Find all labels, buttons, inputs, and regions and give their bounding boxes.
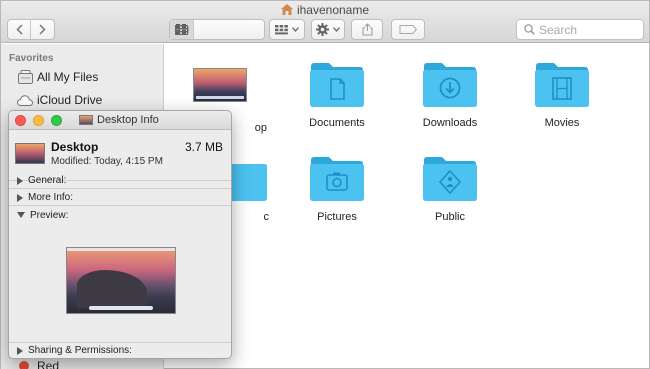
share-button[interactable] xyxy=(351,19,383,40)
disclosure-triangle-icon xyxy=(17,176,23,185)
cloud-icon xyxy=(17,93,33,107)
red-tag-dot xyxy=(19,361,29,369)
preview-image xyxy=(66,247,176,314)
cover-flow-icon xyxy=(175,24,189,35)
sidebar-item-label: iCloud Drive xyxy=(37,93,103,107)
section-more-info[interactable]: More Info: xyxy=(9,190,231,206)
file-label: Documents xyxy=(309,117,365,129)
view-mode-buttons xyxy=(169,19,265,40)
chevron-down-icon xyxy=(333,27,340,32)
sidebar-item-label: All My Files xyxy=(37,70,99,84)
sidebar-item-icloud-drive[interactable]: iCloud Drive xyxy=(17,91,102,109)
file-item-documents[interactable]: Documents xyxy=(282,60,392,129)
share-icon xyxy=(362,23,372,36)
forward-button[interactable] xyxy=(31,20,54,39)
search-icon xyxy=(524,24,535,35)
window-title: ihavenoname xyxy=(1,3,649,17)
section-general[interactable]: General: xyxy=(9,173,231,189)
file-item-public[interactable]: Public xyxy=(395,154,505,223)
back-button[interactable] xyxy=(8,20,31,39)
modified-date: Modified: Today, 4:15 PM xyxy=(51,156,163,167)
item-name: Desktop xyxy=(51,140,99,154)
pictures-folder-icon xyxy=(310,157,364,201)
search-field[interactable] xyxy=(516,19,644,40)
navigation-buttons xyxy=(7,19,55,40)
info-titlebar: Desktop Info xyxy=(9,111,231,130)
toolbar: ihavenoname xyxy=(1,1,649,43)
finder-window: ihavenoname Search Favorites All My File… xyxy=(0,0,650,369)
disclosure-triangle-open-icon xyxy=(17,212,25,218)
chevron-right-icon xyxy=(39,24,46,35)
info-title: Desktop Info xyxy=(79,114,159,126)
tag-icon xyxy=(399,25,417,34)
desktop-mini-icon xyxy=(79,115,93,125)
section-sharing-permissions[interactable]: Sharing & Permissions: xyxy=(9,342,231,358)
desktop-thumbnail xyxy=(190,68,250,116)
downloads-folder-icon xyxy=(423,63,477,107)
file-item-downloads[interactable]: Downloads xyxy=(395,60,505,129)
home-icon xyxy=(280,4,293,15)
disclosure-triangle-icon xyxy=(17,346,23,355)
item-size: 3.7 MB xyxy=(184,140,223,154)
zoom-button[interactable] xyxy=(51,115,62,126)
cover-flow-view-button[interactable] xyxy=(170,20,194,39)
section-preview[interactable]: Preview: xyxy=(9,207,231,223)
close-button[interactable] xyxy=(15,115,26,126)
sidebar-heading-favorites: Favorites xyxy=(9,53,54,64)
disclosure-triangle-icon xyxy=(17,193,23,202)
chevron-left-icon xyxy=(15,24,23,35)
action-button[interactable] xyxy=(311,19,345,40)
documents-folder-icon xyxy=(310,63,364,107)
file-label: Public xyxy=(435,211,465,223)
file-label: Downloads xyxy=(422,117,478,129)
public-folder-icon xyxy=(423,157,477,201)
arrange-button[interactable] xyxy=(269,19,305,40)
info-panel: Desktop Info Desktop 3.7 MB Modified: To… xyxy=(8,110,232,359)
sidebar-item-all-my-files[interactable]: All My Files xyxy=(17,68,98,86)
gear-icon xyxy=(316,23,329,36)
tag-button[interactable] xyxy=(391,19,425,40)
file-label: Pictures xyxy=(317,211,357,223)
search-input[interactable] xyxy=(539,22,639,37)
minimize-button[interactable] xyxy=(33,115,44,126)
desktop-folder-thumbnail xyxy=(15,143,45,164)
movies-folder-icon xyxy=(535,63,589,107)
file-grid: op Documents Downloads Movies c Pictures… xyxy=(165,44,649,369)
all-files-icon xyxy=(17,70,33,84)
arrange-grid-icon xyxy=(274,24,288,34)
file-label: Movies xyxy=(544,117,580,129)
chevron-down-icon xyxy=(292,27,300,32)
sidebar-item-red-tag[interactable]: Red xyxy=(37,359,59,369)
file-item-movies[interactable]: Movies xyxy=(507,60,617,129)
file-item-pictures[interactable]: Pictures xyxy=(282,154,392,223)
